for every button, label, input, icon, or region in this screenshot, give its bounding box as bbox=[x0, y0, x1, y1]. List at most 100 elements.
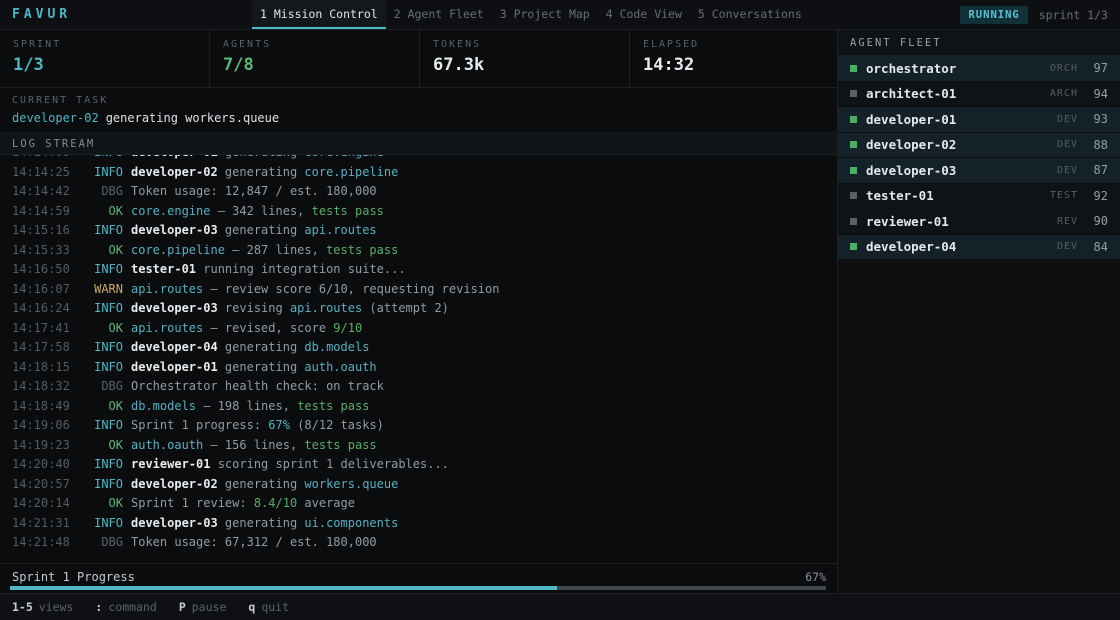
log-level: DBG bbox=[70, 182, 123, 202]
log-segment: Sprint 1 review: bbox=[131, 496, 254, 510]
tab-agent-fleet[interactable]: 2 Agent Fleet bbox=[386, 0, 492, 29]
log-row: 14:18:32DBGOrchestrator health check: on… bbox=[12, 377, 837, 397]
log-level: OK bbox=[70, 397, 123, 417]
tab-project-map[interactable]: 3 Project Map bbox=[492, 0, 598, 29]
log-segment: generating bbox=[218, 223, 305, 237]
log-segment: db.models bbox=[131, 399, 196, 413]
agent-row-architect-01[interactable]: architect-01ARCH94 bbox=[838, 82, 1120, 108]
log-level: INFO bbox=[70, 455, 123, 475]
agent-name: developer-02 bbox=[866, 137, 956, 152]
hint-label: pause bbox=[192, 600, 227, 614]
agent-row-orchestrator[interactable]: orchestratorORCH97 bbox=[838, 56, 1120, 82]
tab-mission-control[interactable]: 1 Mission Control bbox=[252, 0, 386, 29]
log-segment: — 287 lines, bbox=[225, 243, 326, 257]
log-timestamp: 14:18:32 bbox=[12, 377, 70, 397]
agent-row-developer-01[interactable]: developer-01DEV93 bbox=[838, 107, 1120, 133]
log-segment: auth.oauth bbox=[131, 438, 203, 452]
agent-role: DEV bbox=[1057, 241, 1078, 252]
top-status: RUNNING sprint 1/3 bbox=[960, 6, 1108, 24]
progress-bar-track bbox=[10, 586, 826, 590]
agent-score: 92 bbox=[1086, 189, 1108, 203]
log-timestamp: 14:21:31 bbox=[12, 514, 70, 534]
progress-bar-fill bbox=[10, 586, 557, 590]
top-bar: FAVUR 1 Mission Control2 Agent Fleet3 Pr… bbox=[0, 0, 1120, 30]
tab-conversations[interactable]: 5 Conversations bbox=[690, 0, 810, 29]
current-task-value: developer-02generating workers.queue bbox=[12, 111, 837, 125]
agent-score: 90 bbox=[1086, 214, 1108, 228]
log-timestamp: 14:17:41 bbox=[12, 319, 70, 339]
agent-row-tester-01[interactable]: tester-01 TEST 92 bbox=[838, 184, 1120, 210]
current-task-text: generating workers.queue bbox=[106, 111, 279, 125]
log-level: INFO bbox=[70, 416, 123, 436]
log-timestamp: 14:14:25 bbox=[12, 163, 70, 183]
tab-bar: 1 Mission Control2 Agent Fleet3 Project … bbox=[252, 0, 810, 29]
log-segment: tests pass bbox=[304, 438, 376, 452]
log-row: 14:19:23OKauth.oauth — 156 lines, tests … bbox=[12, 436, 837, 456]
log-message: Token usage: 67,312 / est. 180,000 bbox=[131, 533, 377, 553]
agent-row-reviewer-01[interactable]: reviewer-01REV90 bbox=[838, 209, 1120, 235]
agent-status-icon bbox=[850, 90, 857, 97]
log-timestamp: 14:20:40 bbox=[12, 455, 70, 475]
agent-score: 84 bbox=[1086, 240, 1108, 254]
agent-name: developer-03 bbox=[866, 163, 956, 178]
agent-status-icon bbox=[850, 192, 857, 199]
agent-row-developer-04[interactable]: developer-04DEV84 bbox=[838, 235, 1120, 261]
log-segment: revising bbox=[218, 301, 290, 315]
log-segment: — review score 6/10, requesting revision bbox=[203, 282, 499, 296]
log-row: 14:15:16INFO developer-03 generating api.… bbox=[12, 221, 837, 241]
log-timestamp: 14:15:16 bbox=[12, 221, 70, 241]
log-segment: Token usage: 12,847 / est. 180,000 bbox=[131, 184, 377, 198]
agent-name: tester-01 bbox=[866, 188, 934, 203]
hint-key: 1-5 bbox=[12, 600, 33, 614]
log-segment: running integration suite... bbox=[196, 262, 406, 276]
log-segment: core.pipeline bbox=[304, 165, 398, 179]
log-timestamp: 14:14:08 bbox=[12, 155, 70, 163]
current-task-panel: CURRENT TASK developer-02generating work… bbox=[0, 88, 837, 133]
main-area: SPRINT1/3AGENTS7/8TOKENS67.3kELAPSED14:3… bbox=[0, 30, 1120, 593]
log-segment: average bbox=[297, 496, 355, 510]
log-message: developer-01 generating core.engine bbox=[131, 155, 384, 163]
footer-hint-command: :command bbox=[95, 600, 156, 614]
log-stream-body[interactable]: 14:14:08INFOdeveloper-01 generating core… bbox=[0, 155, 837, 563]
log-segment: (attempt 2) bbox=[362, 301, 449, 315]
agent-row-developer-03[interactable]: developer-03DEV87 bbox=[838, 158, 1120, 184]
agent-status-icon bbox=[850, 65, 857, 72]
log-segment: tests pass bbox=[297, 399, 369, 413]
log-row: 14:16:07WARNapi.routes — review score 6/… bbox=[12, 280, 837, 300]
tab-code-view[interactable]: 4 Code View bbox=[598, 0, 690, 29]
log-segment: developer-03 bbox=[131, 223, 218, 237]
log-timestamp: 14:17:58 bbox=[12, 338, 70, 358]
log-timestamp: 14:19:23 bbox=[12, 436, 70, 456]
log-segment: db.models bbox=[304, 340, 369, 354]
agent-role: ARCH bbox=[1050, 88, 1078, 99]
log-level: OK bbox=[70, 494, 123, 514]
agent-fleet-list: orchestratorORCH97architect-01ARCH94deve… bbox=[838, 56, 1120, 260]
log-timestamp: 14:20:14 bbox=[12, 494, 70, 514]
log-row: 14:20:14OKSprint 1 review: 8.4/10 averag… bbox=[12, 494, 837, 514]
log-segment: api.routes bbox=[290, 301, 362, 315]
log-row: 14:19:06INFOSprint 1 progress: 67% (8/12… bbox=[12, 416, 837, 436]
log-segment: — revised, score bbox=[203, 321, 333, 335]
stat-value: 14:32 bbox=[643, 55, 840, 75]
log-segment: scoring sprint 1 deliverables... bbox=[210, 457, 448, 471]
log-row: 14:17:41OKapi.routes — revised, score 9/… bbox=[12, 319, 837, 339]
log-row: 14:14:59OKcore.engine — 342 lines, tests… bbox=[12, 202, 837, 222]
agent-role: TEST bbox=[1050, 190, 1078, 201]
log-message: developer-03 generating api.routes bbox=[131, 221, 377, 241]
agent-score: 97 bbox=[1086, 61, 1108, 75]
log-timestamp: 14:16:07 bbox=[12, 280, 70, 300]
stat-agents: AGENTS7/8 bbox=[210, 30, 420, 87]
log-level: INFO bbox=[70, 221, 123, 241]
agent-row-developer-02[interactable]: developer-02DEV88 bbox=[838, 133, 1120, 159]
log-segment: api.routes bbox=[304, 223, 376, 237]
hint-key: P bbox=[179, 600, 186, 614]
log-level: INFO bbox=[70, 338, 123, 358]
log-row: 14:14:08INFO developer-01 generating core… bbox=[12, 155, 837, 163]
log-segment: auth.oauth bbox=[304, 360, 376, 374]
log-timestamp: 14:15:33 bbox=[12, 241, 70, 261]
current-task-label: CURRENT TASK bbox=[12, 95, 837, 106]
log-level: INFO bbox=[70, 514, 123, 534]
log-level: INFO bbox=[70, 155, 123, 163]
log-timestamp: 14:20:57 bbox=[12, 475, 70, 495]
stat-value: 1/3 bbox=[13, 55, 209, 75]
